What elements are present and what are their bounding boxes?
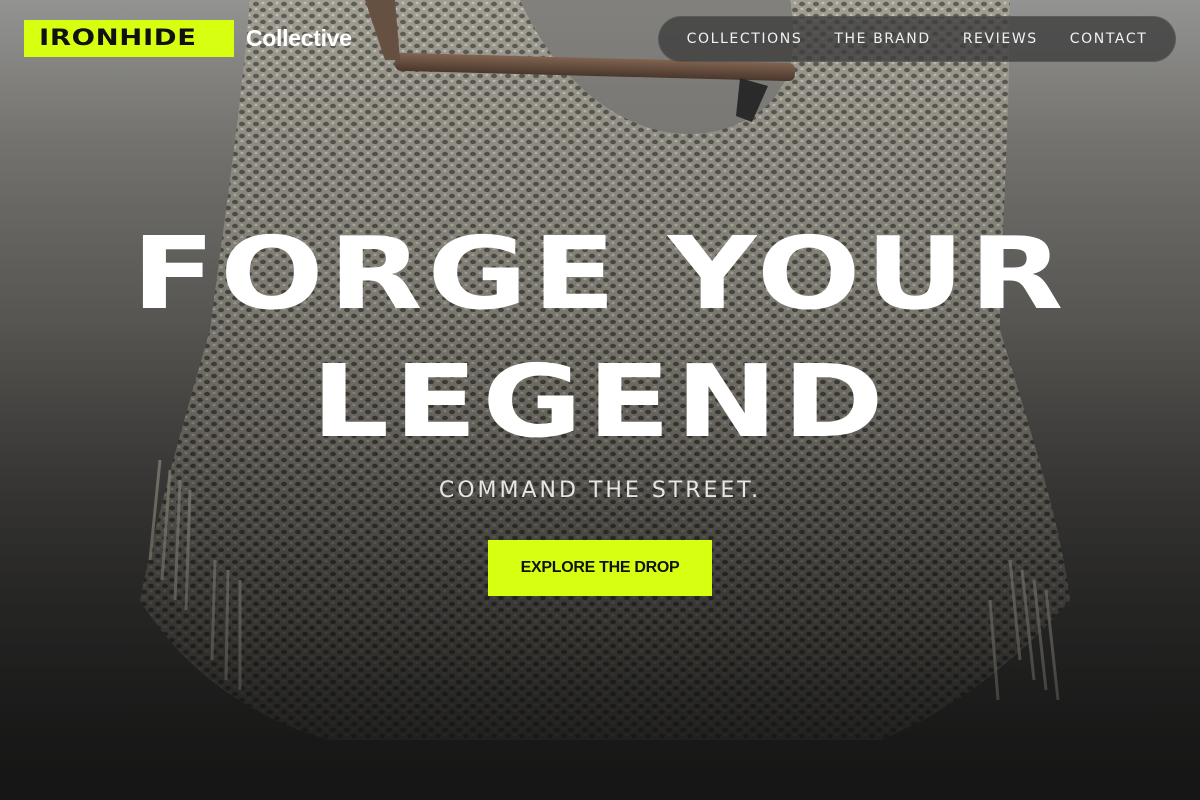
nav-item-reviews[interactable]: REVIEWS [947, 31, 1054, 47]
brand-logo-wordmark: Collective [246, 25, 352, 51]
hero-section: IRONHIDE Collective COLLECTIONS THE BRAN… [0, 0, 1200, 800]
hero-subheadline: COMMAND THE STREET. [438, 478, 762, 503]
explore-drop-button[interactable]: EXPLORE THE DROP [488, 540, 712, 596]
nav-item-the-brand[interactable]: THE BRAND [818, 31, 946, 47]
brand-logo[interactable]: IRONHIDE Collective [24, 20, 352, 57]
main-nav: COLLECTIONS THE BRAND REVIEWS CONTACT [658, 16, 1176, 62]
hero-headline-line-1: FORGE YOUR [131, 215, 1069, 332]
brand-logo-mark: IRONHIDE [24, 20, 234, 57]
nav-item-contact[interactable]: CONTACT [1054, 31, 1164, 47]
hero-headline-line-2: LEGEND [311, 343, 889, 460]
nav-item-collections[interactable]: COLLECTIONS [671, 31, 819, 47]
hero-headline: FORGE YOUR LEGEND [0, 210, 1200, 466]
